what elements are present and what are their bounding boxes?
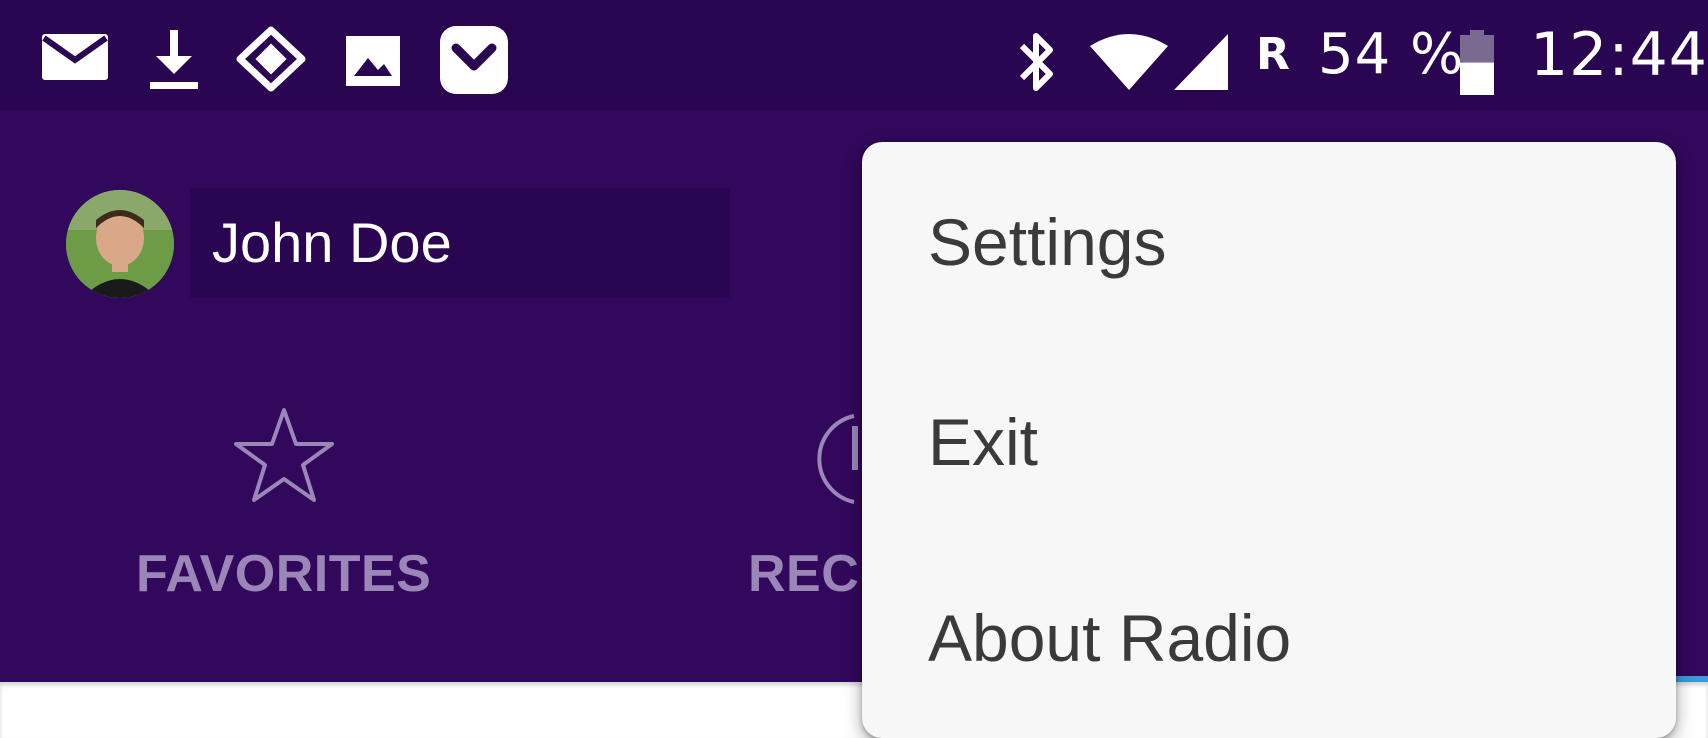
menu-item-about-radio-label: About Radio (928, 601, 1292, 675)
overflow-menu: Settings Exit About Radio (862, 142, 1676, 738)
tag-icon (236, 26, 306, 92)
tab-favorites[interactable]: FAVORITES (100, 392, 480, 632)
avatar[interactable] (66, 190, 174, 298)
mail-icon (40, 32, 110, 82)
battery-icon (1458, 30, 1496, 96)
roaming-indicator: R (1256, 29, 1291, 80)
menu-item-about-radio[interactable]: About Radio (862, 538, 1676, 738)
user-name: John Doe (212, 211, 452, 274)
menu-item-exit-label: Exit (928, 405, 1039, 479)
star-icon (232, 406, 336, 511)
clock: 12:44 (1530, 20, 1708, 90)
menu-item-settings-label: Settings (928, 205, 1167, 279)
download-icon (148, 28, 200, 90)
bluetooth-icon (1014, 28, 1060, 96)
status-bar: R 54 % 12:44 (0, 0, 1708, 110)
pocket-icon (438, 24, 510, 96)
menu-item-settings[interactable]: Settings (862, 142, 1676, 342)
tab-recent-label: RECI (748, 545, 860, 603)
tab-favorites-label: FAVORITES (136, 545, 432, 603)
signal-icon (1172, 32, 1230, 92)
wifi-icon (1088, 32, 1170, 92)
battery-percent: 54 % (1318, 22, 1465, 87)
tab-recent[interactable]: RECI (700, 392, 860, 632)
recent-icon (806, 410, 860, 511)
image-icon (344, 34, 402, 88)
menu-item-exit[interactable]: Exit (862, 342, 1676, 542)
